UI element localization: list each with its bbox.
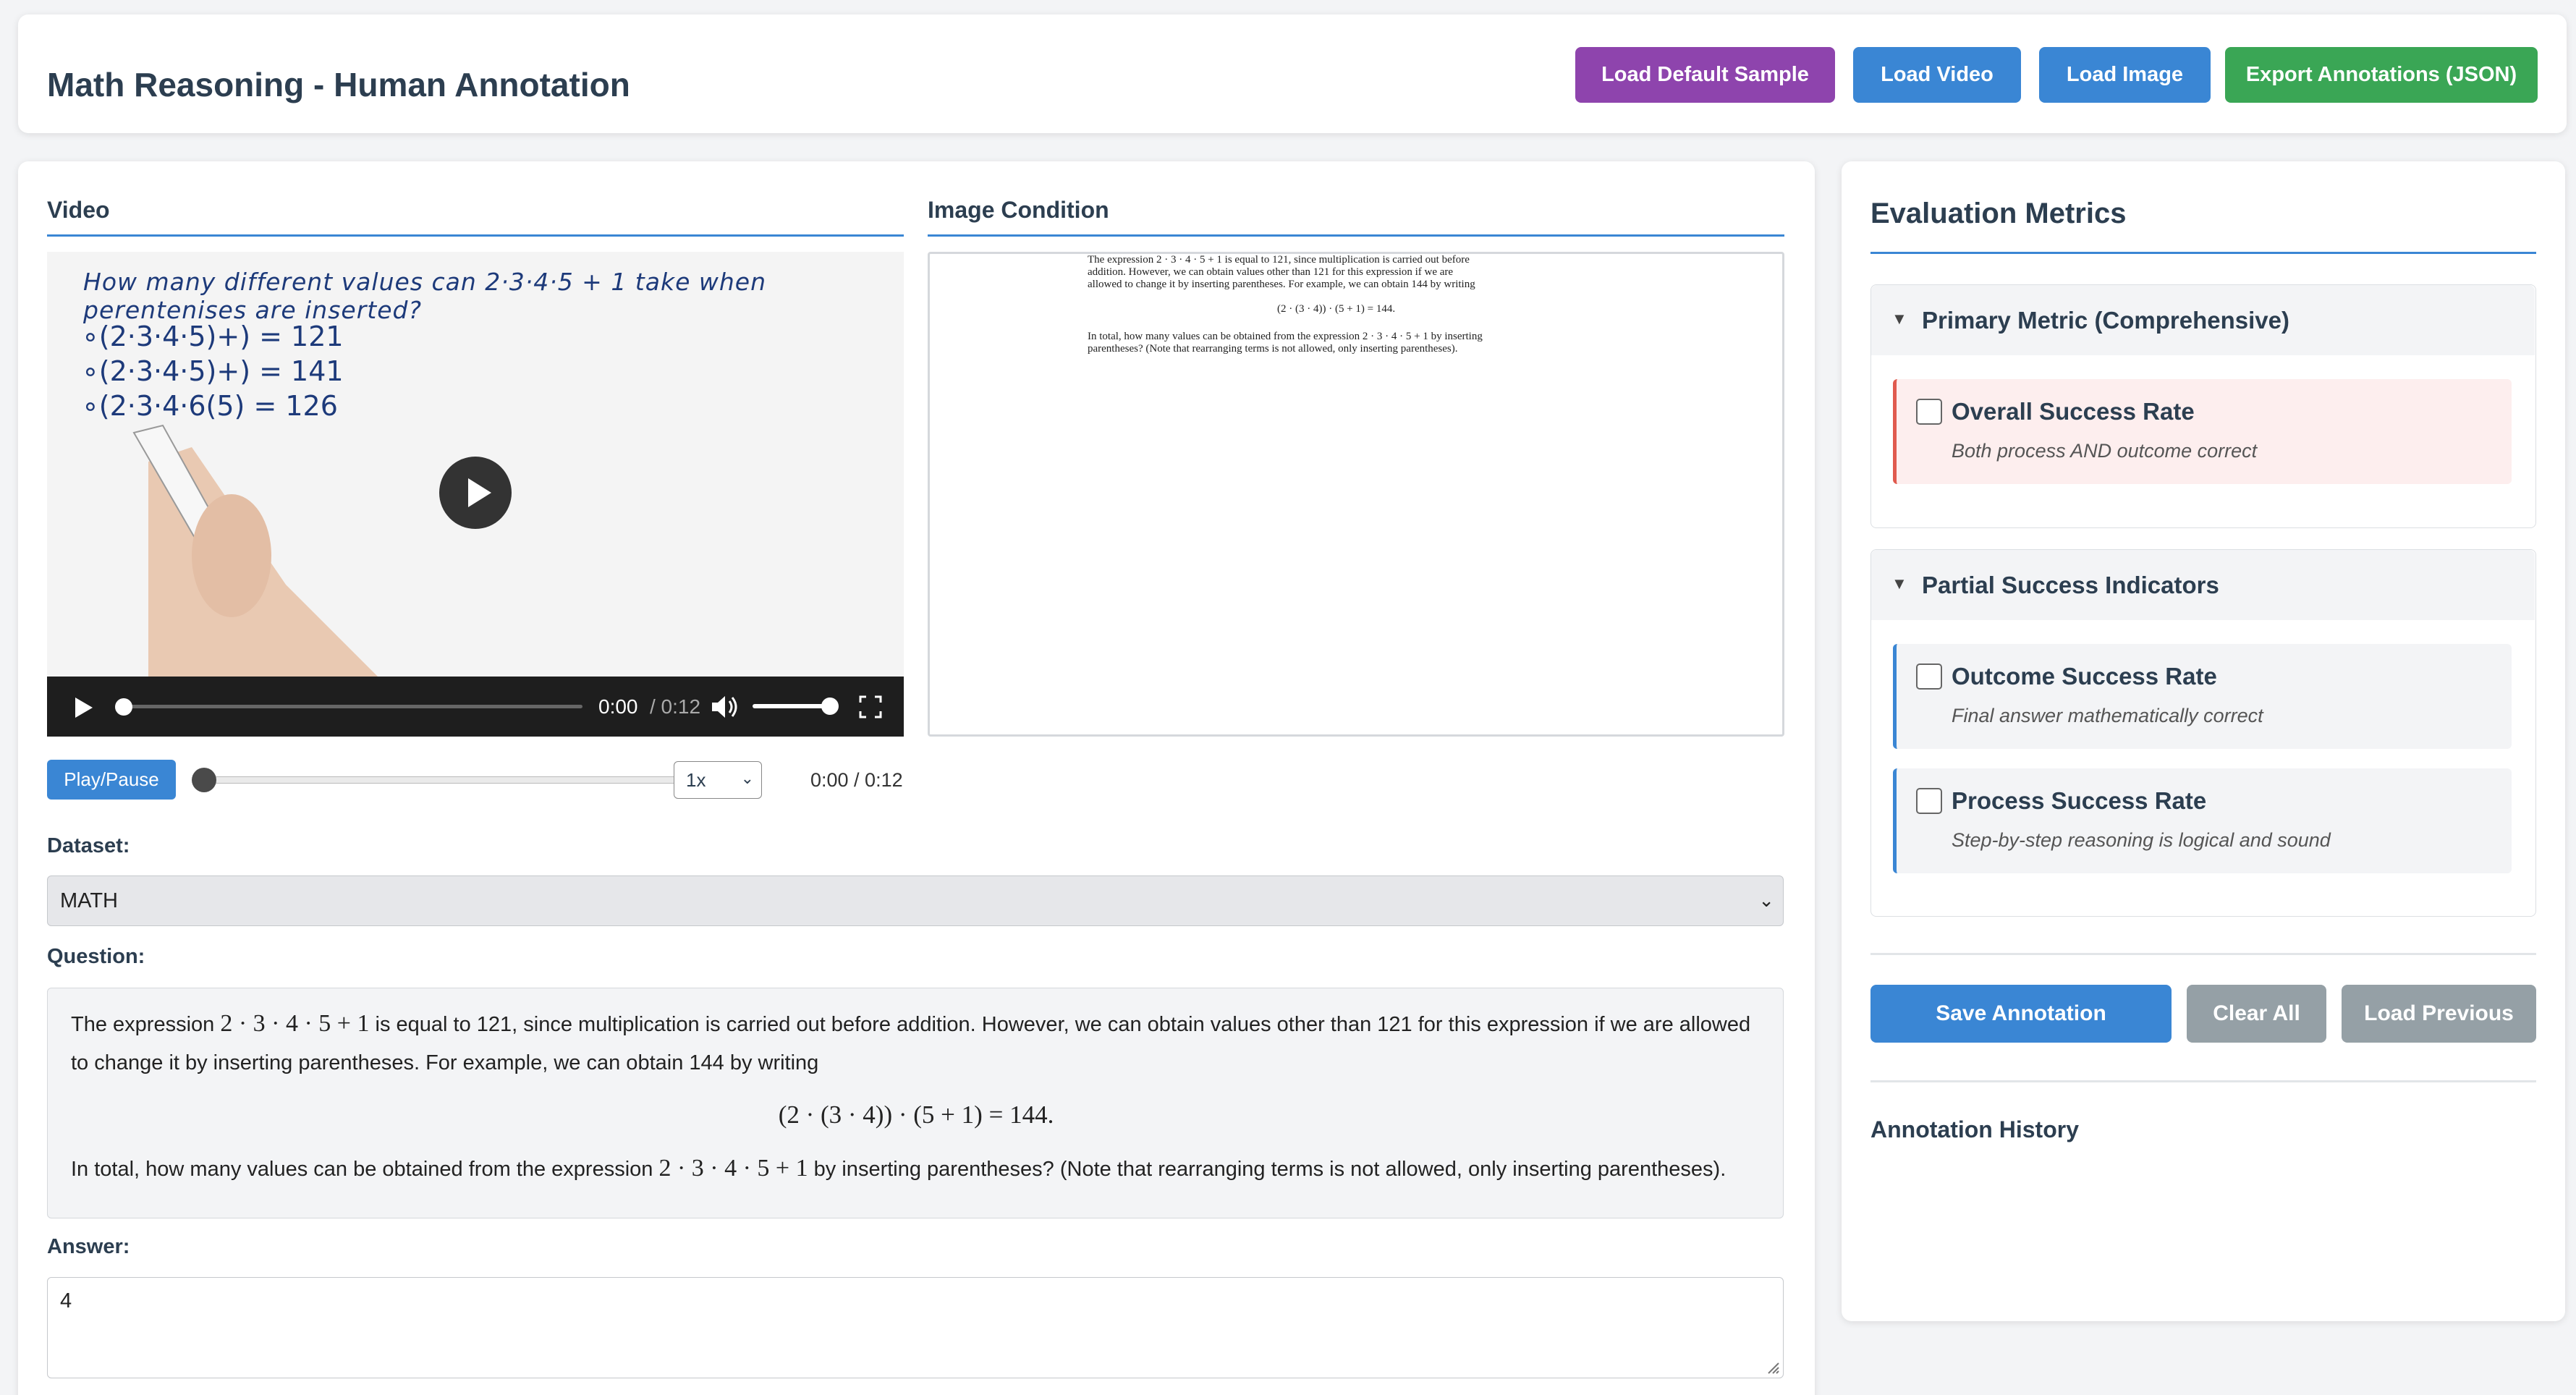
metric-outcome-success[interactable]: Outcome Success Rate Final answer mathem… [1893, 644, 2512, 749]
load-previous-button[interactable]: Load Previous [2342, 985, 2536, 1043]
video-frame-line: ∘(2·3·4·5)+) = 121 [82, 321, 344, 352]
video-player[interactable]: How many different values can 2·3·4·5 + … [47, 252, 904, 737]
volume-icon[interactable] [711, 694, 740, 720]
metric-description: Both process AND outcome correct [1952, 440, 2258, 462]
evaluation-panel: Evaluation Metrics ▼ Primary Metric (Com… [1842, 161, 2565, 1321]
outcome-success-checkbox[interactable] [1916, 663, 1942, 690]
video-progress-thumb[interactable] [115, 698, 132, 716]
image-text-equation: (2 · (3 · 4)) · (5 + 1) = 144. [1277, 303, 1396, 315]
image-text-line: In total, how many values can be obtaine… [1088, 331, 1483, 342]
volume-slider[interactable] [753, 704, 832, 708]
resize-handle-icon[interactable] [1764, 1359, 1780, 1375]
video-title-underline [47, 234, 904, 237]
metric-title: Outcome Success Rate [1952, 663, 2217, 690]
image-text-line: parentheses? (Note that rearranging term… [1088, 343, 1458, 355]
question-line-1: The expression 2 · 3 · 4 · 5 + 1 is equa… [71, 1004, 1750, 1044]
divider [1870, 953, 2536, 955]
load-image-button[interactable]: Load Image [2039, 47, 2211, 103]
main-panel: Video Image Condition How many different… [18, 161, 1815, 1395]
question-math-expression: 2 · 3 · 4 · 5 + 1 [220, 1010, 370, 1037]
partial-metric-group: ▼ Partial Success Indicators Outcome Suc… [1870, 549, 2536, 917]
image-section-title: Image Condition [928, 197, 1109, 223]
metric-title: Process Success Rate [1952, 787, 2207, 814]
hand-with-marker-illustration [132, 424, 380, 679]
image-text-line: allowed to change it by inserting parent… [1088, 279, 1475, 290]
answer-label: Answer: [47, 1235, 130, 1258]
question-text: In total, how many values can be obtaine… [71, 1158, 659, 1181]
play-icon [468, 478, 491, 507]
overall-success-checkbox[interactable] [1916, 399, 1942, 425]
seek-slider-thumb[interactable] [192, 768, 216, 792]
question-label: Question: [47, 945, 145, 968]
playback-speed-value: 1x [686, 768, 706, 791]
chevron-down-icon: ⌄ [1758, 889, 1774, 911]
video-frame-line: ∘(2·3·4·5)+) = 141 [82, 355, 344, 387]
video-progress-track[interactable] [119, 705, 582, 708]
video-duration: / 0:12 [650, 695, 701, 718]
video-frame-title: How many different values can 2·3·4·5 + … [83, 268, 766, 324]
volume-thumb[interactable] [821, 698, 839, 715]
dataset-value: MATH [60, 889, 119, 912]
video-current-time: 0:00 [598, 695, 638, 718]
metrics-title: Evaluation Metrics [1870, 198, 2127, 229]
metric-title: Overall Success Rate [1952, 398, 2195, 425]
primary-metric-header[interactable]: ▼ Primary Metric (Comprehensive) [1871, 285, 2535, 355]
answer-value: 4 [60, 1289, 72, 1313]
partial-metric-header[interactable]: ▼ Partial Success Indicators [1871, 550, 2535, 620]
question-line-2: to change it by inserting parentheses. F… [71, 1051, 819, 1074]
question-text: by inserting parentheses? (Note that rea… [808, 1158, 1726, 1181]
question-text: is equal to 121, since multiplication is… [369, 1013, 1751, 1036]
export-annotations-button[interactable]: Export Annotations (JSON) [2225, 47, 2538, 103]
answer-textarea[interactable]: 4 [47, 1277, 1784, 1378]
clear-all-button[interactable]: Clear All [2187, 985, 2326, 1043]
primary-metric-group: ▼ Primary Metric (Comprehensive) Overall… [1870, 284, 2536, 528]
metrics-title-underline [1870, 252, 2536, 254]
collapse-triangle-icon: ▼ [1891, 574, 1907, 593]
load-default-sample-button[interactable]: Load Default Sample [1575, 47, 1835, 103]
seek-slider-track[interactable] [203, 776, 680, 784]
chevron-down-icon: ⌄ [740, 769, 754, 787]
image-condition-viewer: The expression 2 · 3 · 4 · 5 + 1 is equa… [928, 252, 1784, 737]
page-title: Math Reasoning - Human Annotation [47, 66, 630, 103]
collapse-triangle-icon: ▼ [1891, 310, 1907, 328]
partial-metric-title: Partial Success Indicators [1922, 572, 2219, 598]
playback-speed-select[interactable]: 1x ⌄ [674, 761, 762, 799]
load-video-button[interactable]: Load Video [1853, 47, 2021, 103]
question-text: The expression [71, 1013, 221, 1036]
play-pause-button[interactable]: Play/Pause [47, 760, 176, 800]
process-success-checkbox[interactable] [1916, 788, 1942, 814]
metric-description: Step-by-step reasoning is logical and so… [1952, 829, 2331, 851]
primary-metric-title: Primary Metric (Comprehensive) [1922, 307, 2290, 334]
metric-description: Final answer mathematically correct [1952, 705, 2263, 726]
question-box: The expression 2 · 3 · 4 · 5 + 1 is equa… [47, 988, 1784, 1218]
image-text-line: addition. However, we can obtain values … [1088, 266, 1454, 278]
image-text-line: The expression 2 · 3 · 4 · 5 + 1 is equa… [1088, 254, 1470, 266]
question-line-3: In total, how many values can be obtaine… [71, 1149, 1726, 1189]
app-header: Math Reasoning - Human Annotation Load D… [18, 14, 2567, 133]
image-title-underline [928, 234, 1784, 237]
time-display: 0:00 / 0:12 [810, 769, 903, 791]
divider [1870, 1080, 2536, 1082]
question-equation: (2 · (3 · 4)) · (5 + 1) = 144. [778, 1101, 1054, 1129]
metric-overall-success[interactable]: Overall Success Rate Both process AND ou… [1893, 379, 2512, 484]
save-annotation-button[interactable]: Save Annotation [1870, 985, 2172, 1043]
metric-process-success[interactable]: Process Success Rate Step-by-step reason… [1893, 768, 2512, 873]
fullscreen-icon[interactable] [859, 695, 882, 718]
video-control-bar: 0:00 / 0:12 [47, 677, 904, 737]
dataset-label: Dataset: [47, 834, 130, 857]
dataset-select[interactable]: MATH ⌄ [47, 875, 1784, 926]
play-overlay-button[interactable] [439, 457, 512, 529]
annotation-history-title: Annotation History [1870, 1116, 2079, 1142]
question-math-expression: 2 · 3 · 4 · 5 + 1 [658, 1155, 808, 1182]
video-section-title: Video [47, 197, 110, 223]
play-icon[interactable] [72, 696, 94, 719]
